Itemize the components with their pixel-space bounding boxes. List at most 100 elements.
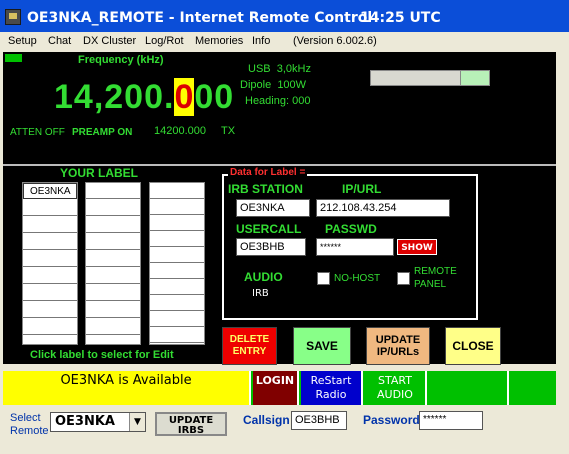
preamp-status[interactable]: PREAMP ON	[72, 127, 132, 138]
label-slot[interactable]	[86, 200, 140, 216]
heading-value: 000	[292, 95, 311, 107]
click-label-hint: Click label to select for Edit	[30, 349, 174, 361]
start-audio-button[interactable]: START AUDIO	[365, 371, 427, 405]
restart-radio-line1: ReStart	[310, 374, 352, 387]
menu-log-rot[interactable]: Log/Rot	[145, 35, 184, 47]
start-audio-line1: START	[378, 374, 412, 387]
atten-status[interactable]: ATTEN OFF	[10, 127, 65, 138]
callsign-label: Callsign	[243, 413, 290, 427]
update-ipurls-line2: IP/URLs	[376, 346, 420, 358]
label-slot[interactable]	[86, 251, 140, 267]
no-host-checkbox[interactable]	[317, 272, 330, 285]
label-slot[interactable]	[23, 234, 77, 250]
password-label: Password	[363, 413, 420, 427]
menu-dx-cluster[interactable]: DX Cluster	[83, 35, 136, 47]
select-remote-line2: Remote	[10, 425, 49, 437]
status-bar: OE3NKA is Available LOGIN ReStart Radio …	[3, 371, 556, 405]
remote-panel-label-line1: REMOTE	[414, 266, 457, 277]
app-window: OE3NKA_REMOTE - Internet Remote Control …	[0, 0, 569, 454]
usercall-field[interactable]: OE3BHB	[236, 238, 306, 256]
label-slot[interactable]	[86, 302, 140, 318]
label-slot[interactable]	[86, 285, 140, 301]
label-slot[interactable]	[150, 183, 204, 199]
menu-setup[interactable]: Setup	[8, 35, 37, 47]
passwd-label: PASSWD	[325, 222, 377, 236]
label-slot[interactable]	[23, 268, 77, 284]
delete-entry-button[interactable]: DELETE ENTRY	[222, 327, 277, 365]
status-led	[5, 54, 22, 62]
label-slot[interactable]	[23, 217, 77, 233]
label-slot[interactable]	[150, 311, 204, 327]
signal-meter	[370, 70, 490, 86]
label-slot[interactable]	[150, 215, 204, 231]
usercall-label: USERCALL	[236, 222, 302, 236]
availability-status: OE3NKA is Available	[3, 371, 251, 405]
remote-panel-checkbox[interactable]	[397, 272, 410, 285]
frequency-display[interactable]: 14,200.000	[54, 78, 234, 117]
close-button[interactable]: CLOSE	[445, 327, 501, 365]
label-slot[interactable]	[86, 217, 140, 233]
label-slot[interactable]	[150, 295, 204, 311]
label-slot[interactable]	[23, 319, 77, 335]
label-slot[interactable]	[150, 199, 204, 215]
restart-radio-line2: Radio	[315, 388, 347, 401]
label-slot[interactable]	[86, 268, 140, 284]
select-remote-line1: Select	[10, 412, 41, 424]
title-bar[interactable]: OE3NKA_REMOTE - Internet Remote Control …	[0, 0, 569, 32]
callsign-field[interactable]: OE3BHB	[291, 411, 347, 430]
mode-readout: USB 3,0kHz	[248, 63, 311, 75]
remote-select-value: OE3NKA	[55, 414, 115, 429]
irb-station-field[interactable]: OE3NKA	[236, 199, 310, 217]
app-icon	[5, 9, 21, 25]
update-ipurls-button[interactable]: UPDATE IP/URLs	[366, 327, 430, 365]
menu-memories[interactable]: Memories	[195, 35, 243, 47]
remote-panel-label-line2: PANEL	[414, 279, 447, 290]
label-slot[interactable]	[23, 251, 77, 267]
window-title: OE3NKA_REMOTE - Internet Remote Control	[27, 10, 373, 26]
power-value: 100W	[277, 79, 307, 91]
menu-info[interactable]: Info	[252, 35, 270, 47]
label-slot[interactable]	[86, 319, 140, 335]
ip-url-field[interactable]: 212.108.43.254	[316, 199, 450, 217]
password-field[interactable]: ******	[419, 411, 483, 430]
label-slot[interactable]	[86, 234, 140, 250]
irb-station-label: IRB STATION	[228, 182, 303, 196]
label-slot[interactable]	[23, 285, 77, 301]
label-slot[interactable]	[23, 200, 77, 216]
login-button[interactable]: LOGIN	[253, 371, 299, 405]
frequency-tail: 00	[194, 78, 235, 116]
menu-chat[interactable]: Chat	[48, 35, 71, 47]
label-slot[interactable]	[150, 231, 204, 247]
status-slot-empty-1	[429, 371, 509, 405]
frequency-digit-selected[interactable]: 0	[174, 78, 195, 116]
menu-bar: Setup Chat DX Cluster Log/Rot Memories I…	[0, 32, 569, 52]
update-irbs-button[interactable]: UPDATE IRBS	[155, 412, 227, 436]
version-text: (Version 6.002.6)	[293, 35, 377, 47]
start-audio-line2: AUDIO	[377, 388, 413, 401]
show-password-button[interactable]: SHOW	[397, 239, 437, 255]
utc-clock: 14:25 UTC	[360, 10, 441, 26]
antenna-readout: Dipole 100W	[240, 79, 306, 91]
label-slot[interactable]	[150, 263, 204, 279]
restart-radio-button[interactable]: ReStart Radio	[301, 371, 363, 405]
label-slot[interactable]	[150, 247, 204, 263]
audio-label: AUDIO	[244, 270, 283, 284]
label-slot[interactable]	[23, 302, 77, 318]
label-slot[interactable]	[150, 279, 204, 295]
your-label-title: YOUR LABEL	[60, 166, 138, 180]
signal-meter-fill	[459, 71, 489, 85]
mode-value: USB	[248, 63, 271, 75]
remote-panel-label: REMOTE PANEL	[414, 265, 457, 291]
passwd-field[interactable]: ******	[316, 238, 394, 256]
label-column-3	[149, 182, 205, 345]
remote-select[interactable]: OE3NKA ▼	[50, 412, 146, 432]
chevron-down-icon[interactable]: ▼	[129, 413, 145, 431]
label-slot[interactable]: OE3NKA	[23, 183, 77, 199]
delete-entry-line1: DELETE	[229, 334, 270, 345]
window-right-edge	[556, 52, 569, 452]
label-slot[interactable]	[150, 327, 204, 343]
heading-label: Heading:	[245, 95, 290, 107]
frequency-main: 14,200.	[54, 78, 175, 116]
save-button[interactable]: SAVE	[293, 327, 351, 365]
label-slot[interactable]	[86, 183, 140, 199]
